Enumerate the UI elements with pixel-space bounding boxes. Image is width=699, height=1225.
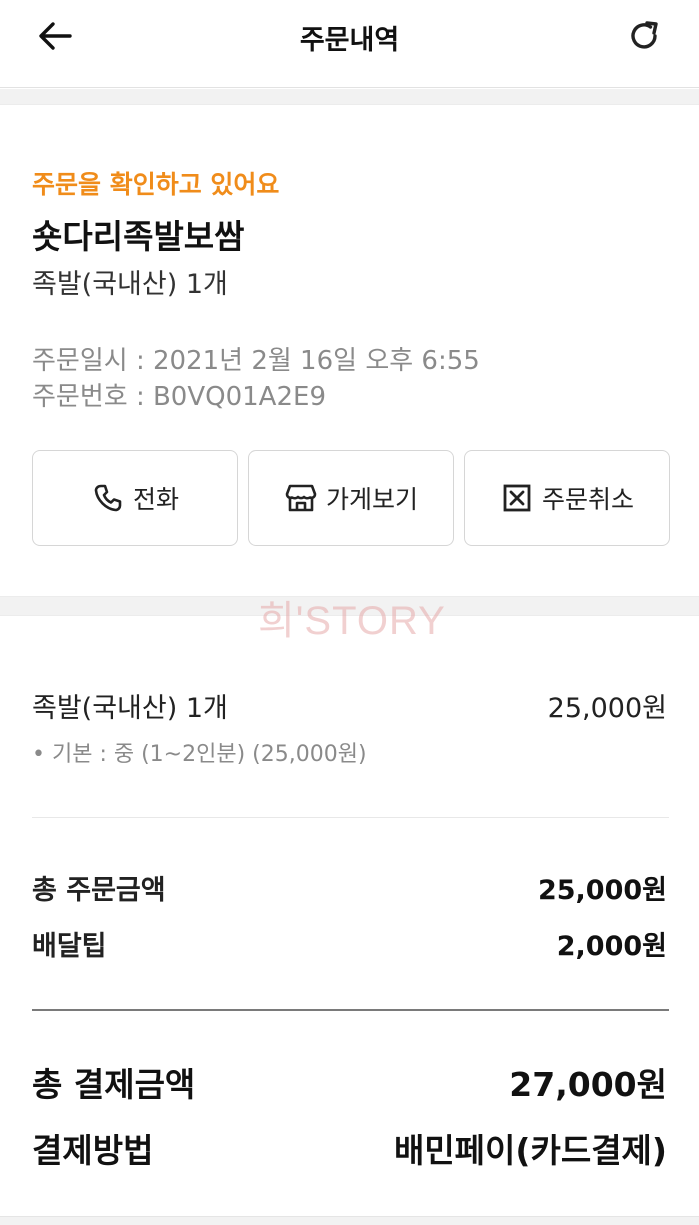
order-date: 주문일시 : 2021년 2월 16일 오후 6:55 (32, 346, 480, 376)
delivery-tip-value: 2,000원 (556, 931, 667, 962)
delivery-tip-label: 배달팁 (32, 931, 107, 962)
order-status: 주문을 확인하고 있어요 (32, 170, 280, 199)
order-item-name: 족발(국내산) 1개 (32, 693, 228, 724)
refresh-icon (628, 19, 662, 53)
refresh-button[interactable] (620, 12, 670, 60)
divider (32, 1009, 669, 1011)
payment-method-value: 배민페이(카드결제) (393, 1131, 667, 1170)
store-icon (284, 481, 318, 515)
menu-summary: 족발(국내산) 1개 (32, 269, 228, 300)
order-number: 주문번호 : B0VQ01A2E9 (32, 382, 326, 412)
call-button-label: 전화 (132, 485, 179, 514)
order-item-price: 25,000원 (547, 693, 667, 724)
phone-icon (91, 481, 125, 515)
app-header: 주문내역 (0, 0, 699, 88)
cancel-order-button[interactable]: 주문취소 (464, 450, 670, 546)
divider (32, 817, 669, 818)
view-store-button[interactable]: 가게보기 (248, 450, 454, 546)
store-name: 숏다리족발보쌈 (32, 217, 245, 256)
view-store-button-label: 가게보기 (325, 485, 418, 514)
payment-total-label: 총 결제금액 (32, 1065, 196, 1104)
payment-total-value: 27,000원 (509, 1065, 667, 1104)
order-total-value: 25,000원 (537, 875, 667, 906)
close-box-icon (500, 481, 534, 515)
payment-method-label: 결제방법 (32, 1131, 154, 1170)
section-divider (0, 1216, 699, 1225)
watermark: 희'STORY (258, 599, 446, 643)
order-total-label: 총 주문금액 (32, 875, 166, 906)
page-title: 주문내역 (299, 25, 400, 56)
order-item-option: • 기본 : 중 (1~2인분) (25,000원) (32, 742, 367, 767)
cancel-order-button-label: 주문취소 (541, 485, 634, 514)
call-button[interactable]: 전화 (32, 450, 238, 546)
section-divider (0, 89, 699, 105)
